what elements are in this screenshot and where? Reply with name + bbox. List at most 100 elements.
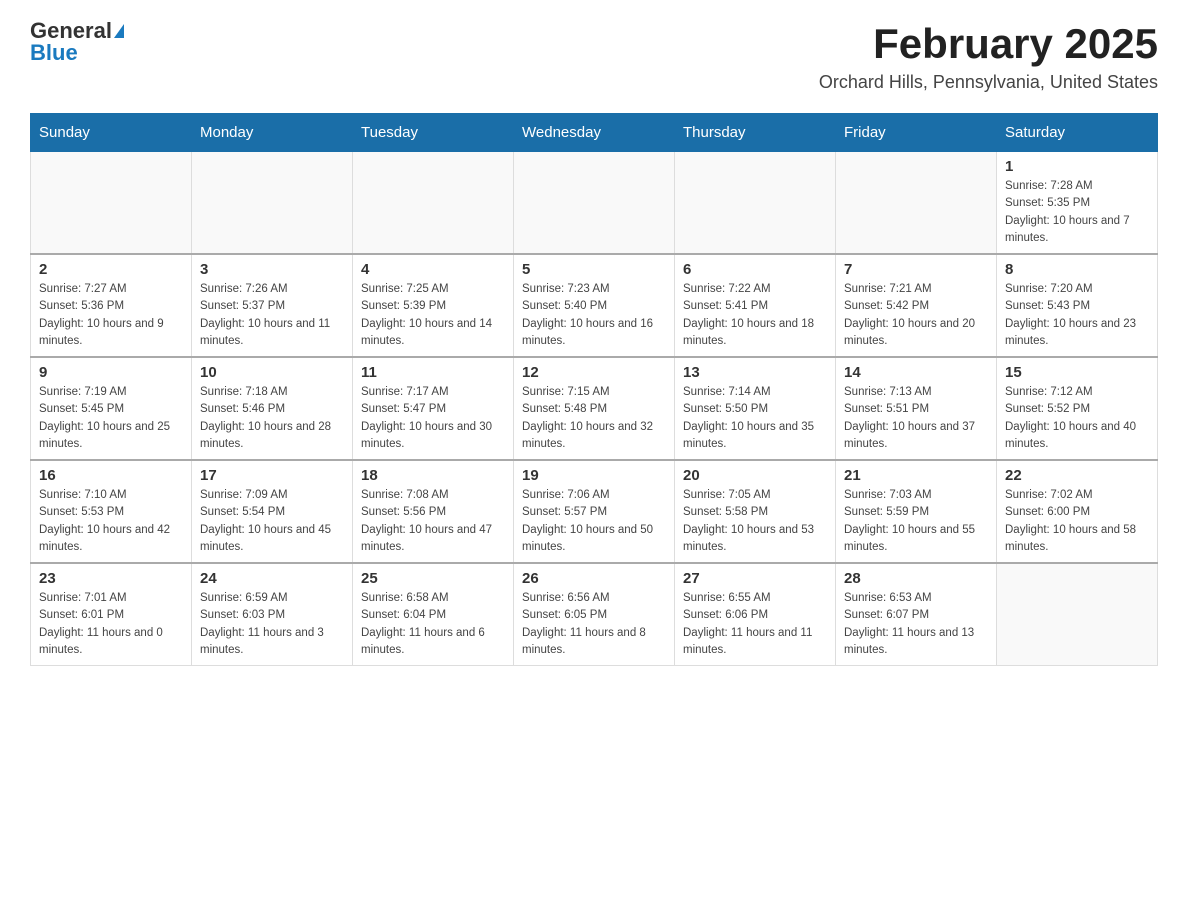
day-number: 10 [200, 364, 344, 381]
calendar-day-cell: 12 Sunrise: 7:15 AMSunset: 5:48 PMDayligh… [514, 357, 675, 460]
day-number: 7 [844, 261, 988, 278]
page-header: General Blue February 2025 Orchard Hills… [30, 20, 1158, 93]
day-info: Sunrise: 7:28 AMSunset: 5:35 PMDaylight:… [1005, 178, 1149, 247]
logo-general-text: General [30, 20, 112, 42]
calendar-day-cell: 21 Sunrise: 7:03 AMSunset: 5:59 PMDayligh… [836, 460, 997, 563]
day-info: Sunrise: 6:56 AMSunset: 6:05 PMDaylight:… [522, 590, 666, 659]
day-number: 20 [683, 467, 827, 484]
day-number: 27 [683, 570, 827, 587]
day-number: 25 [361, 570, 505, 587]
calendar-day-cell: 26 Sunrise: 6:56 AMSunset: 6:05 PMDayligh… [514, 563, 675, 666]
day-info: Sunrise: 6:58 AMSunset: 6:04 PMDaylight:… [361, 590, 505, 659]
day-info: Sunrise: 7:09 AMSunset: 5:54 PMDaylight:… [200, 487, 344, 556]
calendar-header-saturday: Saturday [997, 114, 1158, 152]
month-title: February 2025 [819, 20, 1158, 68]
day-info: Sunrise: 7:05 AMSunset: 5:58 PMDaylight:… [683, 487, 827, 556]
calendar-day-cell: 8 Sunrise: 7:20 AMSunset: 5:43 PMDaylight… [997, 254, 1158, 357]
day-info: Sunrise: 7:21 AMSunset: 5:42 PMDaylight:… [844, 281, 988, 350]
day-info: Sunrise: 7:13 AMSunset: 5:51 PMDaylight:… [844, 384, 988, 453]
day-number: 18 [361, 467, 505, 484]
day-number: 19 [522, 467, 666, 484]
logo-blue-text: Blue [30, 42, 78, 64]
day-info: Sunrise: 7:03 AMSunset: 5:59 PMDaylight:… [844, 487, 988, 556]
calendar-day-cell [31, 152, 192, 255]
calendar-header-row: SundayMondayTuesdayWednesdayThursdayFrid… [31, 114, 1158, 152]
calendar-day-cell: 23 Sunrise: 7:01 AMSunset: 6:01 PMDayligh… [31, 563, 192, 666]
day-number: 15 [1005, 364, 1149, 381]
day-info: Sunrise: 7:15 AMSunset: 5:48 PMDaylight:… [522, 384, 666, 453]
calendar-day-cell: 20 Sunrise: 7:05 AMSunset: 5:58 PMDayligh… [675, 460, 836, 563]
day-info: Sunrise: 7:18 AMSunset: 5:46 PMDaylight:… [200, 384, 344, 453]
day-number: 8 [1005, 261, 1149, 278]
day-number: 22 [1005, 467, 1149, 484]
calendar-day-cell [836, 152, 997, 255]
calendar-week-row: 1 Sunrise: 7:28 AMSunset: 5:35 PMDaylight… [31, 152, 1158, 255]
calendar-day-cell: 9 Sunrise: 7:19 AMSunset: 5:45 PMDaylight… [31, 357, 192, 460]
day-number: 9 [39, 364, 183, 381]
day-number: 3 [200, 261, 344, 278]
calendar-week-row: 2 Sunrise: 7:27 AMSunset: 5:36 PMDaylight… [31, 254, 1158, 357]
calendar-header-wednesday: Wednesday [514, 114, 675, 152]
day-info: Sunrise: 7:19 AMSunset: 5:45 PMDaylight:… [39, 384, 183, 453]
day-info: Sunrise: 7:08 AMSunset: 5:56 PMDaylight:… [361, 487, 505, 556]
day-info: Sunrise: 6:53 AMSunset: 6:07 PMDaylight:… [844, 590, 988, 659]
calendar-day-cell: 14 Sunrise: 7:13 AMSunset: 5:51 PMDayligh… [836, 357, 997, 460]
day-number: 28 [844, 570, 988, 587]
logo: General Blue [30, 20, 124, 64]
day-info: Sunrise: 7:25 AMSunset: 5:39 PMDaylight:… [361, 281, 505, 350]
calendar-day-cell: 4Sunrise: 7:25 AMSunset: 5:39 PMDaylight… [353, 254, 514, 357]
day-info: Sunrise: 7:17 AMSunset: 5:47 PMDaylight:… [361, 384, 505, 453]
day-info: Sunrise: 7:26 AMSunset: 5:37 PMDaylight:… [200, 281, 344, 350]
calendar-day-cell: 3 Sunrise: 7:26 AMSunset: 5:37 PMDaylight… [192, 254, 353, 357]
calendar-day-cell [353, 152, 514, 255]
day-number: 21 [844, 467, 988, 484]
calendar-day-cell [675, 152, 836, 255]
calendar-day-cell: 22Sunrise: 7:02 AMSunset: 6:00 PMDayligh… [997, 460, 1158, 563]
calendar-day-cell: 13 Sunrise: 7:14 AMSunset: 5:50 PMDayligh… [675, 357, 836, 460]
day-info: Sunrise: 6:55 AMSunset: 6:06 PMDaylight:… [683, 590, 827, 659]
day-number: 14 [844, 364, 988, 381]
day-number: 23 [39, 570, 183, 587]
day-number: 13 [683, 364, 827, 381]
day-number: 17 [200, 467, 344, 484]
day-info: Sunrise: 7:23 AMSunset: 5:40 PMDaylight:… [522, 281, 666, 350]
day-number: 5 [522, 261, 666, 278]
day-number: 2 [39, 261, 183, 278]
calendar-header-thursday: Thursday [675, 114, 836, 152]
day-number: 16 [39, 467, 183, 484]
calendar-day-cell: 7 Sunrise: 7:21 AMSunset: 5:42 PMDaylight… [836, 254, 997, 357]
calendar-day-cell: 6 Sunrise: 7:22 AMSunset: 5:41 PMDaylight… [675, 254, 836, 357]
day-number: 6 [683, 261, 827, 278]
calendar-header-tuesday: Tuesday [353, 114, 514, 152]
calendar-day-cell: 2 Sunrise: 7:27 AMSunset: 5:36 PMDaylight… [31, 254, 192, 357]
day-info: Sunrise: 7:14 AMSunset: 5:50 PMDaylight:… [683, 384, 827, 453]
calendar-day-cell: 11 Sunrise: 7:17 AMSunset: 5:47 PMDayligh… [353, 357, 514, 460]
day-number: 1 [1005, 158, 1149, 175]
day-info: Sunrise: 7:20 AMSunset: 5:43 PMDaylight:… [1005, 281, 1149, 350]
day-info: Sunrise: 7:01 AMSunset: 6:01 PMDaylight:… [39, 590, 183, 659]
day-number: 12 [522, 364, 666, 381]
calendar-day-cell: 15 Sunrise: 7:12 AMSunset: 5:52 PMDayligh… [997, 357, 1158, 460]
calendar-table: SundayMondayTuesdayWednesdayThursdayFrid… [30, 113, 1158, 666]
calendar-day-cell [514, 152, 675, 255]
day-info: Sunrise: 7:22 AMSunset: 5:41 PMDaylight:… [683, 281, 827, 350]
calendar-week-row: 16 Sunrise: 7:10 AMSunset: 5:53 PMDayligh… [31, 460, 1158, 563]
calendar-day-cell: 5 Sunrise: 7:23 AMSunset: 5:40 PMDaylight… [514, 254, 675, 357]
day-info: Sunrise: 7:06 AMSunset: 5:57 PMDaylight:… [522, 487, 666, 556]
calendar-week-row: 9 Sunrise: 7:19 AMSunset: 5:45 PMDaylight… [31, 357, 1158, 460]
day-number: 26 [522, 570, 666, 587]
day-info: Sunrise: 6:59 AMSunset: 6:03 PMDaylight:… [200, 590, 344, 659]
calendar-header-friday: Friday [836, 114, 997, 152]
calendar-day-cell: 16 Sunrise: 7:10 AMSunset: 5:53 PMDayligh… [31, 460, 192, 563]
day-number: 24 [200, 570, 344, 587]
day-number: 11 [361, 364, 505, 381]
calendar-day-cell: 24 Sunrise: 6:59 AMSunset: 6:03 PMDayligh… [192, 563, 353, 666]
day-info: Sunrise: 7:10 AMSunset: 5:53 PMDaylight:… [39, 487, 183, 556]
day-info: Sunrise: 7:27 AMSunset: 5:36 PMDaylight:… [39, 281, 183, 350]
calendar-week-row: 23 Sunrise: 7:01 AMSunset: 6:01 PMDayligh… [31, 563, 1158, 666]
calendar-day-cell: 25 Sunrise: 6:58 AMSunset: 6:04 PMDayligh… [353, 563, 514, 666]
day-info: Sunrise: 7:12 AMSunset: 5:52 PMDaylight:… [1005, 384, 1149, 453]
calendar-day-cell: 18 Sunrise: 7:08 AMSunset: 5:56 PMDayligh… [353, 460, 514, 563]
calendar-day-cell: 28 Sunrise: 6:53 AMSunset: 6:07 PMDayligh… [836, 563, 997, 666]
calendar-header-monday: Monday [192, 114, 353, 152]
